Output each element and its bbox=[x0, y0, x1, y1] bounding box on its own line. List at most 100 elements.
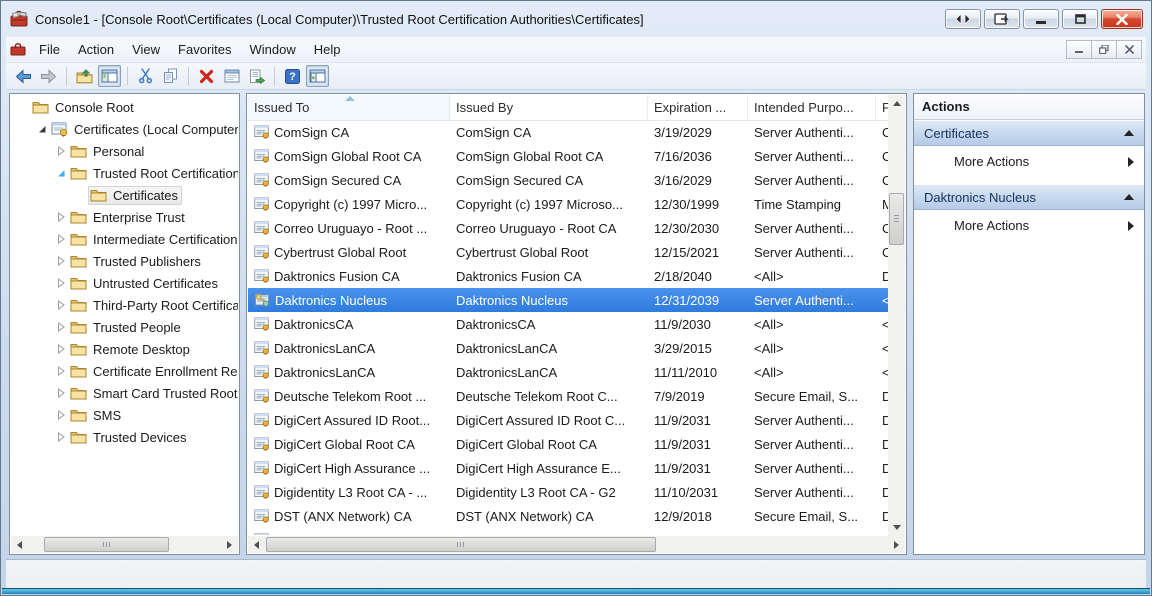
collapse-section-icon[interactable] bbox=[1124, 130, 1134, 136]
column-header-issued-to[interactable]: Issued To bbox=[248, 95, 450, 120]
list-vscroll-thumb[interactable] bbox=[889, 193, 904, 245]
collapse-arrow-icon[interactable] bbox=[53, 165, 69, 181]
certificate-row-correo-uruguayo-root[interactable]: Correo Uruguayo - Root ...Correo Uruguay… bbox=[248, 216, 888, 240]
certificate-row-copyright-c-1997-micro[interactable]: Copyright (c) 1997 Micro...Copyright (c)… bbox=[248, 192, 888, 216]
expand-arrow-icon[interactable] bbox=[53, 319, 69, 335]
cell-expiration: 11/10/2031 bbox=[654, 485, 718, 500]
minimize-button[interactable] bbox=[1023, 9, 1059, 29]
certificate-row-comsign-secured-ca[interactable]: ComSign Secured CAComSign Secured CA3/16… bbox=[248, 168, 888, 192]
expand-arrow-icon[interactable] bbox=[53, 275, 69, 291]
scroll-left-arrow[interactable] bbox=[248, 536, 265, 553]
action-item-more-actions[interactable]: More Actions bbox=[914, 146, 1144, 177]
certificate-row-daktronicsca[interactable]: DaktronicsCADaktronicsCA11/9/2030<All>< bbox=[248, 312, 888, 336]
tree-item-trusted-devices[interactable]: Trusted Devices bbox=[11, 426, 238, 448]
menu-help[interactable]: Help bbox=[305, 39, 350, 60]
copy-button[interactable] bbox=[159, 65, 182, 87]
tree-item-intermediate-certification-authorities[interactable]: Intermediate Certification Authorities bbox=[11, 228, 238, 250]
certificate-row-comsign-global-root-ca[interactable]: ComSign Global Root CAComSign Global Roo… bbox=[248, 144, 888, 168]
help-button[interactable]: ? bbox=[281, 65, 304, 87]
expand-arrow-icon[interactable] bbox=[53, 231, 69, 247]
menu-action[interactable]: Action bbox=[69, 39, 123, 60]
tree-item-certificates-local-computer[interactable]: Certificates (Local Computer) bbox=[11, 118, 238, 140]
expand-arrow-icon[interactable] bbox=[53, 341, 69, 357]
close-button[interactable] bbox=[1101, 9, 1143, 29]
child-minimize-button[interactable] bbox=[1066, 40, 1092, 59]
up-one-level-button[interactable] bbox=[73, 65, 96, 87]
tree-item-enterprise-trust[interactable]: Enterprise Trust bbox=[11, 206, 238, 228]
window-popout-button[interactable] bbox=[984, 9, 1020, 29]
cut-button[interactable] bbox=[134, 65, 157, 87]
certificate-row-digicert-assured-id-root[interactable]: DigiCert Assured ID Root...DigiCert Assu… bbox=[248, 408, 888, 432]
tree-horizontal-scrollbar[interactable] bbox=[11, 536, 238, 553]
certificate-row-comsign-ca[interactable]: ComSign CAComSign CA3/19/2029Server Auth… bbox=[248, 120, 888, 144]
certificate-row-dst-nsf-root-ca[interactable]: DST (NSF) Root CADST (NSF) Root CA10/8/2… bbox=[248, 528, 888, 535]
tree-item-smart-card-trusted-roots[interactable]: Smart Card Trusted Roots bbox=[11, 382, 238, 404]
collapse-arrow-icon[interactable] bbox=[34, 121, 50, 137]
certificate-row-daktronicslanca[interactable]: DaktronicsLanCADaktronicsLanCA11/11/2010… bbox=[248, 360, 888, 384]
list-horizontal-scrollbar[interactable] bbox=[248, 536, 905, 553]
scroll-up-arrow[interactable] bbox=[888, 95, 905, 112]
expand-arrow-icon[interactable] bbox=[53, 363, 69, 379]
scroll-left-arrow[interactable] bbox=[11, 536, 28, 553]
expand-arrow-icon[interactable] bbox=[53, 253, 69, 269]
maximize-button[interactable] bbox=[1062, 9, 1098, 29]
certificate-row-digicert-global-root-ca[interactable]: DigiCert Global Root CADigiCert Global R… bbox=[248, 432, 888, 456]
certificate-row-deutsche-telekom-root[interactable]: Deutsche Telekom Root ...Deutsche Teleko… bbox=[248, 384, 888, 408]
expand-arrow-icon[interactable] bbox=[53, 407, 69, 423]
show-hide-console-tree-button[interactable] bbox=[98, 65, 121, 87]
column-header-issued-by[interactable]: Issued By bbox=[450, 95, 648, 120]
list-hscroll-thumb[interactable] bbox=[266, 537, 656, 552]
cell-purposes: Server Authenti... bbox=[754, 437, 854, 452]
tree-item-certificates[interactable]: Certificates bbox=[11, 184, 238, 206]
action-item-more-actions[interactable]: More Actions bbox=[914, 210, 1144, 241]
folder-icon bbox=[69, 297, 87, 313]
delete-button[interactable] bbox=[195, 65, 218, 87]
menu-window[interactable]: Window bbox=[241, 39, 305, 60]
child-restore-button[interactable] bbox=[1091, 40, 1117, 59]
expand-arrow-icon[interactable] bbox=[53, 385, 69, 401]
certificate-row-dst-anx-network-ca[interactable]: DST (ANX Network) CADST (ANX Network) CA… bbox=[248, 504, 888, 528]
tree-item-personal[interactable]: Personal bbox=[11, 140, 238, 162]
expand-arrow-icon[interactable] bbox=[53, 297, 69, 313]
list-vertical-scrollbar[interactable] bbox=[888, 95, 905, 536]
forward-button[interactable] bbox=[37, 65, 60, 87]
scroll-right-arrow[interactable] bbox=[888, 536, 905, 553]
export-list-button[interactable] bbox=[245, 65, 268, 87]
expand-arrow-icon[interactable] bbox=[53, 429, 69, 445]
expand-arrow-icon[interactable] bbox=[53, 143, 69, 159]
tree-hscroll-thumb[interactable] bbox=[44, 537, 169, 552]
tree-item-certificate-enrollment-requests[interactable]: Certificate Enrollment Requests bbox=[11, 360, 238, 382]
menu-view[interactable]: View bbox=[123, 39, 169, 60]
tree-item-third-party-root-certification-authorities[interactable]: Third-Party Root Certification Authoriti… bbox=[11, 294, 238, 316]
collapse-section-icon[interactable] bbox=[1124, 194, 1134, 200]
certificate-row-daktronics-fusion-ca[interactable]: Daktronics Fusion CADaktronics Fusion CA… bbox=[248, 264, 888, 288]
column-header-expiration[interactable]: Expiration ... bbox=[648, 95, 748, 120]
column-header-intended-purpo[interactable]: Intended Purpo... bbox=[748, 95, 876, 120]
tree-item-console-root[interactable]: Console Root bbox=[11, 96, 238, 118]
properties-button[interactable] bbox=[220, 65, 243, 87]
expand-arrow-icon[interactable] bbox=[53, 209, 69, 225]
menu-file[interactable]: File bbox=[30, 39, 69, 60]
tree-item-trusted-publishers[interactable]: Trusted Publishers bbox=[11, 250, 238, 272]
scroll-down-arrow[interactable] bbox=[888, 519, 905, 536]
window-switch-button[interactable] bbox=[945, 9, 981, 29]
certificate-row-daktronicslanca[interactable]: DaktronicsLanCADaktronicsLanCA3/29/2015<… bbox=[248, 336, 888, 360]
certificate-row-digidentity-l3-root-ca[interactable]: Digidentity L3 Root CA - ...Digidentity … bbox=[248, 480, 888, 504]
tree-item-trusted-people[interactable]: Trusted People bbox=[11, 316, 238, 338]
tree-item-trusted-root-certification-authorities[interactable]: Trusted Root Certification Authorities bbox=[11, 162, 238, 184]
tree-item-remote-desktop[interactable]: Remote Desktop bbox=[11, 338, 238, 360]
menu-favorites[interactable]: Favorites bbox=[169, 39, 240, 60]
certificate-row-digicert-high-assurance[interactable]: DigiCert High Assurance ...DigiCert High… bbox=[248, 456, 888, 480]
child-close-button[interactable] bbox=[1116, 40, 1142, 59]
scroll-right-arrow[interactable] bbox=[221, 536, 238, 553]
certificate-row-cybertrust-global-root[interactable]: Cybertrust Global RootCybertrust Global … bbox=[248, 240, 888, 264]
certificate-row-daktronics-nucleus[interactable]: Daktronics NucleusDaktronics Nucleus12/3… bbox=[248, 288, 888, 312]
tree-item-untrusted-certificates[interactable]: Untrusted Certificates bbox=[11, 272, 238, 294]
expander-placeholder bbox=[72, 187, 88, 203]
back-button[interactable] bbox=[12, 65, 35, 87]
tree-item-sms[interactable]: SMS bbox=[11, 404, 238, 426]
actions-section-certificates[interactable]: Certificates bbox=[914, 120, 1144, 146]
show-hide-action-pane-button[interactable] bbox=[306, 65, 329, 87]
actions-section-daktronics-nucleus[interactable]: Daktronics Nucleus bbox=[914, 184, 1144, 210]
partially-visible-row[interactable]: DST (NSF) Root CADST (NSF) Root CA10/8/2… bbox=[248, 528, 888, 535]
